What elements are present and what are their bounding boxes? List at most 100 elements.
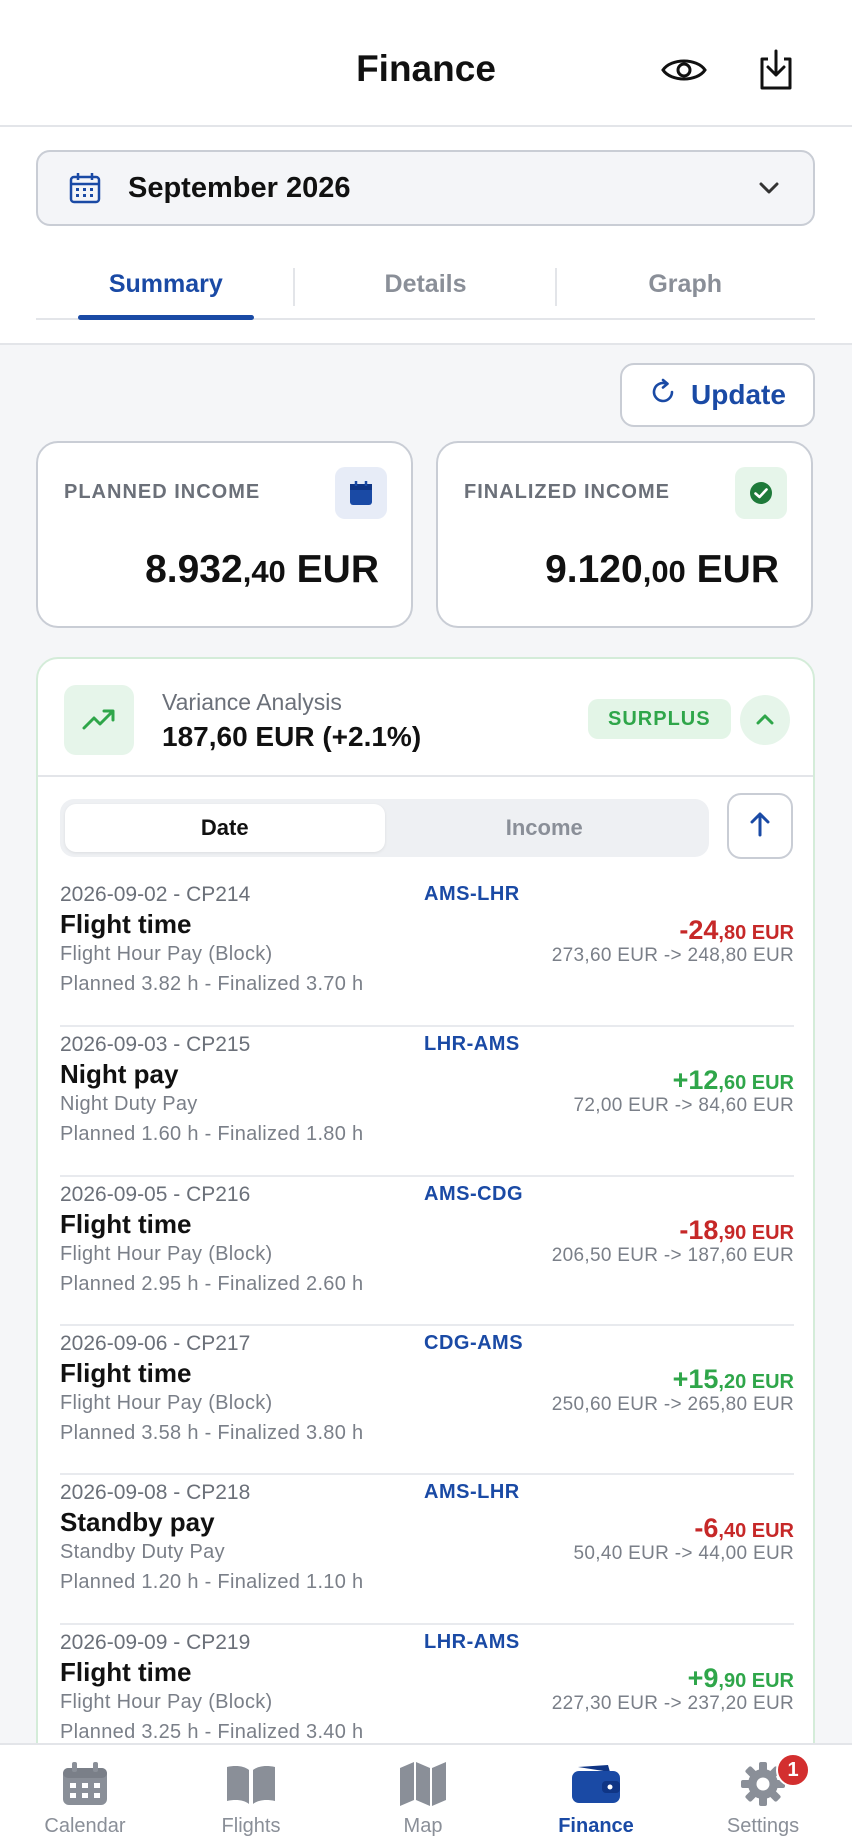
tab-divider: [293, 268, 295, 306]
entry-subtitle: Flight Hour Pay (Block): [60, 943, 273, 965]
update-button[interactable]: Update: [620, 363, 815, 427]
variance-analysis-panel: Variance Analysis 187,60 EUR (+2.1%) SUR…: [36, 657, 815, 1846]
entry-subtitle: Standby Duty Pay: [60, 1541, 225, 1563]
tabbar-label: Map: [403, 1815, 443, 1837]
month-selector[interactable]: September 2026: [36, 150, 815, 226]
entry-title: Flight time: [60, 1657, 192, 1687]
variance-value: 187,60 EUR (+2.1%): [162, 721, 422, 752]
finalized-income-card: FINALIZED INCOME 9.120,00 EUR: [436, 441, 813, 628]
tabbar-label: Calendar: [44, 1815, 126, 1837]
eye-icon[interactable]: [660, 46, 708, 94]
entry-title: Flight time: [60, 909, 192, 939]
list-item[interactable]: 2026-09-06 - CP217 CDG-AMS Flight time F…: [60, 1326, 794, 1475]
entry-delta: +9,90 EUR: [687, 1663, 794, 1693]
entry-subtitle: Night Duty Pay: [60, 1093, 198, 1115]
sort-by-date[interactable]: Date: [65, 804, 385, 852]
entry-title: Flight time: [60, 1358, 192, 1388]
tabbar-label: Settings: [726, 1815, 800, 1837]
refresh-icon: [649, 378, 677, 413]
entry-change: 227,30 EUR -> 237,20 EUR: [551, 1693, 794, 1714]
app-header: Finance: [0, 0, 852, 127]
entry-meta: 2026-09-06 - CP217: [60, 1332, 251, 1355]
calendar-icon: [335, 467, 387, 519]
entry-hours: Planned 1.60 h - Finalized 1.80 h: [60, 1123, 364, 1145]
entry-route: LHR-AMS: [424, 1033, 520, 1055]
tabbar-label: Finance: [558, 1815, 634, 1837]
entry-meta: 2026-09-03 - CP215: [60, 1033, 251, 1056]
entry-delta: -6,40 EUR: [694, 1513, 794, 1543]
bottom-tab-bar: Calendar Flights Map Finance Settings 1: [0, 1743, 852, 1846]
entry-delta: -24,80 EUR: [679, 915, 794, 945]
tab-summary[interactable]: Summary: [36, 258, 296, 320]
tabbar-item-settings[interactable]: Settings 1: [678, 1745, 848, 1846]
update-button-label: Update: [691, 379, 786, 410]
sort-direction-button[interactable]: [727, 793, 793, 859]
entry-meta: 2026-09-02 - CP214: [60, 883, 251, 906]
trending-up-icon: [64, 685, 134, 755]
surplus-badge: SURPLUS: [588, 699, 731, 739]
notification-badge: 1: [776, 1753, 810, 1787]
planned-income-card: PLANNED INCOME 8.932,40 EUR: [36, 441, 413, 628]
tabbar-item-finance[interactable]: Finance: [511, 1745, 681, 1846]
entry-meta: 2026-09-09 - CP219: [60, 1631, 251, 1654]
tabbar-item-flights[interactable]: Flights: [166, 1745, 336, 1846]
chevron-up-icon[interactable]: [740, 695, 790, 745]
entry-hours: Planned 2.95 h - Finalized 2.60 h: [60, 1273, 364, 1295]
entry-title: Standby pay: [60, 1507, 215, 1537]
check-circle-icon: [735, 467, 787, 519]
month-selector-value: September 2026: [128, 171, 351, 204]
entry-route: LHR-AMS: [424, 1631, 520, 1653]
list-item[interactable]: 2026-09-08 - CP218 AMS-LHR Standby pay S…: [60, 1475, 794, 1625]
sort-by-income[interactable]: Income: [385, 804, 705, 852]
wallet-icon: [570, 1759, 622, 1809]
entry-delta: -18,90 EUR: [679, 1215, 794, 1245]
download-icon[interactable]: [752, 46, 800, 94]
list-item[interactable]: 2026-09-03 - CP215 LHR-AMS Night pay Nig…: [60, 1027, 794, 1177]
entry-subtitle: Flight Hour Pay (Block): [60, 1392, 273, 1414]
planned-income-amount: 8.932,40 EUR: [145, 548, 379, 591]
finalized-income-amount: 9.120,00 EUR: [545, 548, 779, 591]
tab-divider: [555, 268, 557, 306]
book-icon: [224, 1759, 278, 1809]
variance-header[interactable]: Variance Analysis 187,60 EUR (+2.1%) SUR…: [38, 659, 813, 777]
entry-subtitle: Flight Hour Pay (Block): [60, 1691, 273, 1713]
calendar-icon: [61, 1759, 109, 1809]
variance-label: Variance Analysis: [162, 689, 342, 715]
entry-change: 50,40 EUR -> 44,00 EUR: [573, 1543, 794, 1564]
chevron-down-icon: [755, 174, 783, 207]
tabbar-label: Flights: [221, 1815, 281, 1837]
list-item[interactable]: 2026-09-05 - CP216 AMS-CDG Flight time F…: [60, 1177, 794, 1326]
entry-hours: Planned 3.25 h - Finalized 3.40 h: [60, 1721, 364, 1743]
list-item[interactable]: 2026-09-02 - CP214 AMS-LHR Flight time F…: [60, 877, 794, 1027]
planned-income-caption: PLANNED INCOME: [64, 481, 261, 503]
page-title: Finance: [356, 48, 496, 89]
entry-title: Flight time: [60, 1209, 192, 1239]
entry-route: CDG-AMS: [424, 1332, 524, 1354]
finalized-income-caption: FINALIZED INCOME: [464, 481, 670, 503]
entry-route: AMS-LHR: [424, 883, 520, 905]
entry-meta: 2026-09-08 - CP218: [60, 1481, 251, 1504]
entry-delta: +15,20 EUR: [672, 1364, 794, 1394]
entry-change: 273,60 EUR -> 248,80 EUR: [551, 945, 794, 966]
tab-graph[interactable]: Graph: [555, 258, 815, 318]
entry-subtitle: Flight Hour Pay (Block): [60, 1243, 273, 1265]
entry-hours: Planned 3.58 h - Finalized 3.80 h: [60, 1422, 364, 1444]
calendar-icon: [68, 171, 102, 205]
entry-title: Night pay: [60, 1059, 179, 1089]
entry-change: 250,60 EUR -> 265,80 EUR: [551, 1394, 794, 1415]
entry-meta: 2026-09-05 - CP216: [60, 1183, 251, 1206]
entry-route: AMS-CDG: [424, 1183, 524, 1205]
view-tabs: Summary Details Graph: [36, 258, 815, 320]
entry-hours: Planned 3.82 h - Finalized 3.70 h: [60, 973, 364, 995]
tabbar-item-calendar[interactable]: Calendar: [0, 1745, 170, 1846]
sort-segmented-control: Date Income: [60, 799, 709, 857]
map-icon: [398, 1759, 448, 1809]
entry-route: AMS-LHR: [424, 1481, 520, 1503]
entry-delta: +12,60 EUR: [672, 1065, 794, 1095]
entry-hours: Planned 1.20 h - Finalized 1.10 h: [60, 1571, 364, 1593]
entry-change: 72,00 EUR -> 84,60 EUR: [573, 1095, 794, 1116]
entry-change: 206,50 EUR -> 187,60 EUR: [551, 1245, 794, 1266]
arrow-up-icon: [747, 810, 773, 843]
tab-details[interactable]: Details: [296, 258, 556, 318]
tabbar-item-map[interactable]: Map: [338, 1745, 508, 1846]
